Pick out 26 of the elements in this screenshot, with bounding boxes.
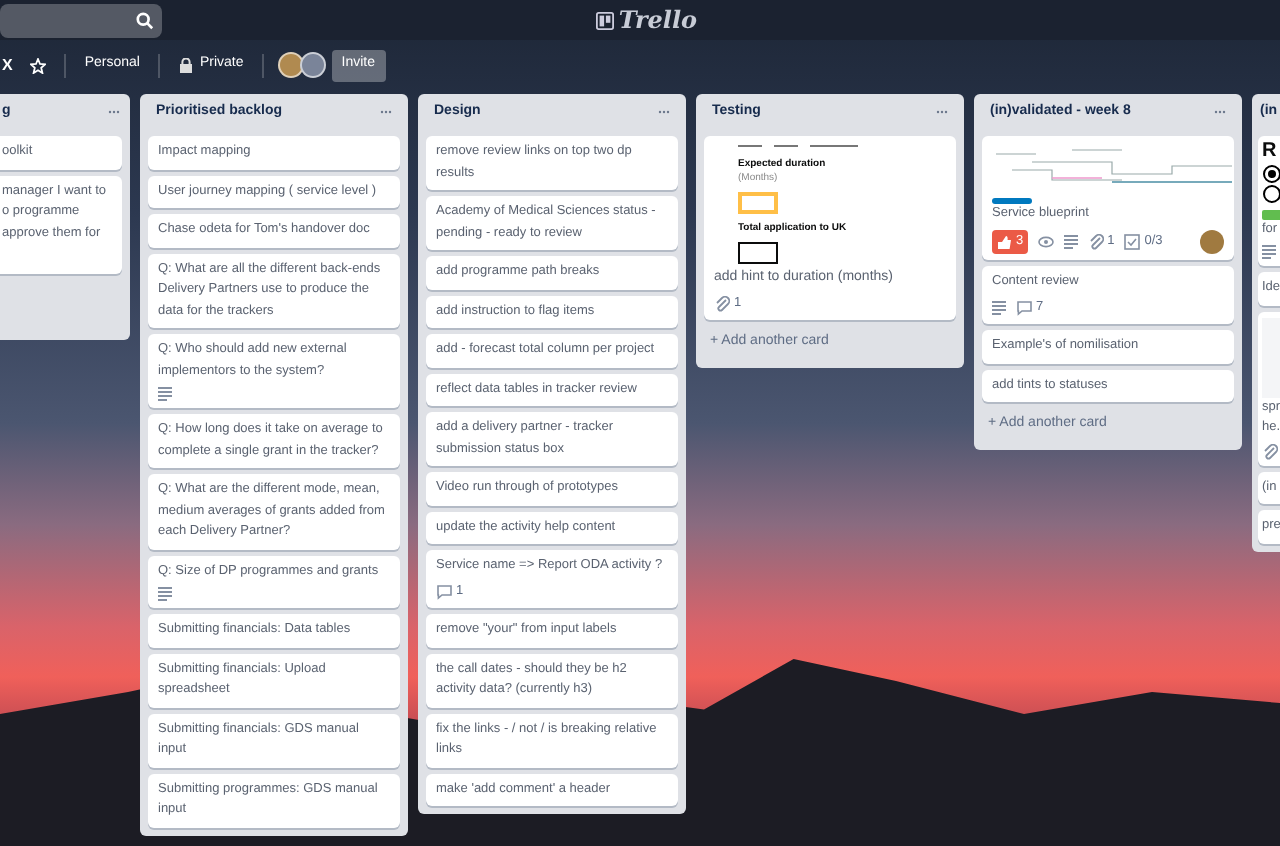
comment-icon [436, 583, 452, 600]
description-icon [158, 586, 172, 602]
checkbox-icon [1124, 233, 1141, 250]
description-icon [158, 386, 172, 402]
form-lines-icon [738, 142, 858, 150]
description-icon [1262, 244, 1276, 260]
description-icon [992, 299, 1006, 316]
lock-icon [177, 57, 194, 73]
eye-icon [1037, 233, 1054, 250]
star-icon [30, 57, 47, 73]
paperclip-icon [1087, 233, 1104, 250]
member-avatar[interactable] [277, 52, 304, 78]
radio-buttons-drawing [1262, 163, 1280, 203]
comment-icon [1016, 299, 1032, 316]
search-field[interactable] [0, 3, 162, 37]
preview-heading: R [1262, 142, 1279, 163]
logo-icon [596, 11, 615, 29]
board-title[interactable]: X [2, 53, 13, 77]
logo-text: Trello [618, 4, 698, 38]
member-avatar[interactable] [299, 52, 326, 78]
description-icon [1063, 233, 1078, 250]
image-placeholder [1262, 317, 1280, 397]
thumbs-up-icon [996, 233, 1012, 250]
search-icon [136, 11, 154, 29]
paperclip-icon [714, 295, 730, 312]
paperclip-icon [1262, 443, 1278, 459]
